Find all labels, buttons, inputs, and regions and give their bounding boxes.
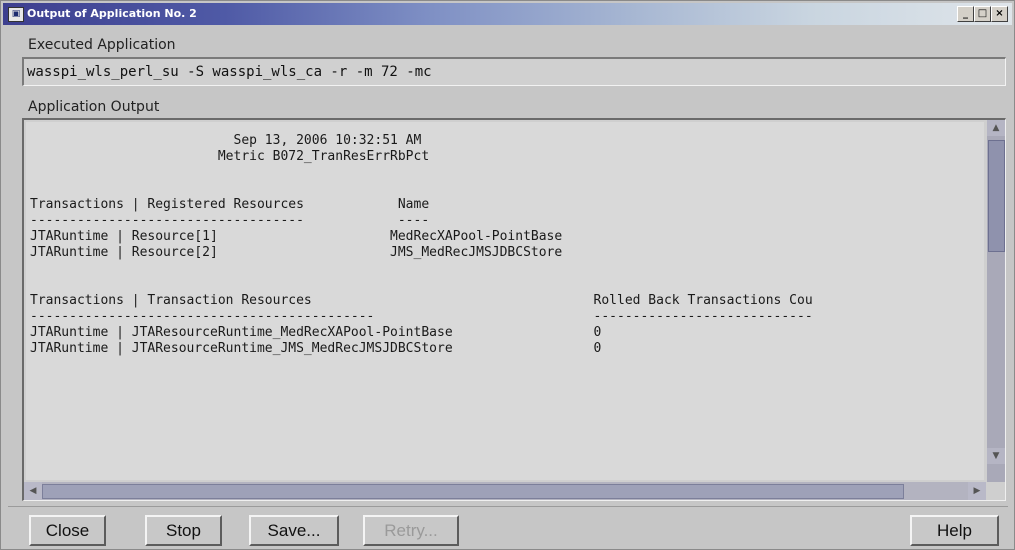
- horizontal-scrollbar[interactable]: ◀ ▶: [24, 482, 986, 500]
- output-line: Metric B072_TranResErrRbPct: [30, 149, 430, 164]
- help-button[interactable]: Help: [910, 515, 999, 546]
- retry-button: Retry...: [363, 515, 459, 546]
- output-line: JTARuntime | JTAResourceRuntime_JMS_MedR…: [30, 341, 602, 356]
- window-title: Output of Application No. 2: [27, 7, 197, 20]
- scroll-up-icon[interactable]: ▲: [987, 120, 1005, 136]
- stop-button[interactable]: Stop: [145, 515, 222, 546]
- close-window-icon[interactable]: ×: [991, 6, 1008, 22]
- minimize-icon[interactable]: _: [957, 6, 974, 22]
- output-line: ----------------------------------------…: [30, 309, 813, 324]
- output-line: Transactions | Registered Resources Name: [30, 197, 430, 212]
- vertical-scrollbar[interactable]: ▲ ▼: [987, 120, 1005, 482]
- horizontal-scroll-thumb[interactable]: [42, 484, 904, 499]
- window-controls: _ □ ×: [957, 6, 1008, 22]
- executed-command-text: wasspi_wls_perl_su -S wasspi_wls_ca -r -…: [27, 64, 432, 80]
- output-line: Transactions | Transaction Resources Rol…: [30, 293, 813, 308]
- output-line: ----------------------------------- ----: [30, 213, 430, 228]
- title-bar[interactable]: ▣ Output of Application No. 2 _ □ ×: [3, 3, 1012, 25]
- button-bar: Close Stop Save... Retry... Help: [8, 506, 1008, 547]
- application-output-area[interactable]: Sep 13, 2006 10:32:51 AM Metric B072_Tra…: [22, 118, 1006, 501]
- output-line: JTARuntime | Resource[2] JMS_MedRecJMSJD…: [30, 245, 563, 260]
- close-button[interactable]: Close: [29, 515, 106, 546]
- output-line: JTARuntime | Resource[1] MedRecXAPool-Po…: [30, 229, 563, 244]
- output-line: Sep 13, 2006 10:32:51 AM: [30, 133, 422, 148]
- scroll-left-icon[interactable]: ◀: [24, 482, 42, 500]
- executed-command-field[interactable]: wasspi_wls_perl_su -S wasspi_wls_ca -r -…: [22, 57, 1006, 86]
- application-output-label: Application Output: [28, 99, 160, 115]
- vertical-scroll-thumb[interactable]: [988, 140, 1005, 252]
- application-output-window: ▣ Output of Application No. 2 _ □ × Exec…: [0, 0, 1015, 550]
- scroll-right-icon[interactable]: ▶: [968, 482, 986, 500]
- app-icon: ▣: [8, 7, 24, 22]
- output-text[interactable]: Sep 13, 2006 10:32:51 AM Metric B072_Tra…: [26, 122, 984, 480]
- executed-application-label: Executed Application: [28, 37, 176, 53]
- maximize-icon[interactable]: □: [974, 6, 991, 22]
- output-line: JTARuntime | JTAResourceRuntime_MedRecXA…: [30, 325, 602, 340]
- scroll-down-icon[interactable]: ▼: [987, 448, 1005, 464]
- save-button[interactable]: Save...: [249, 515, 339, 546]
